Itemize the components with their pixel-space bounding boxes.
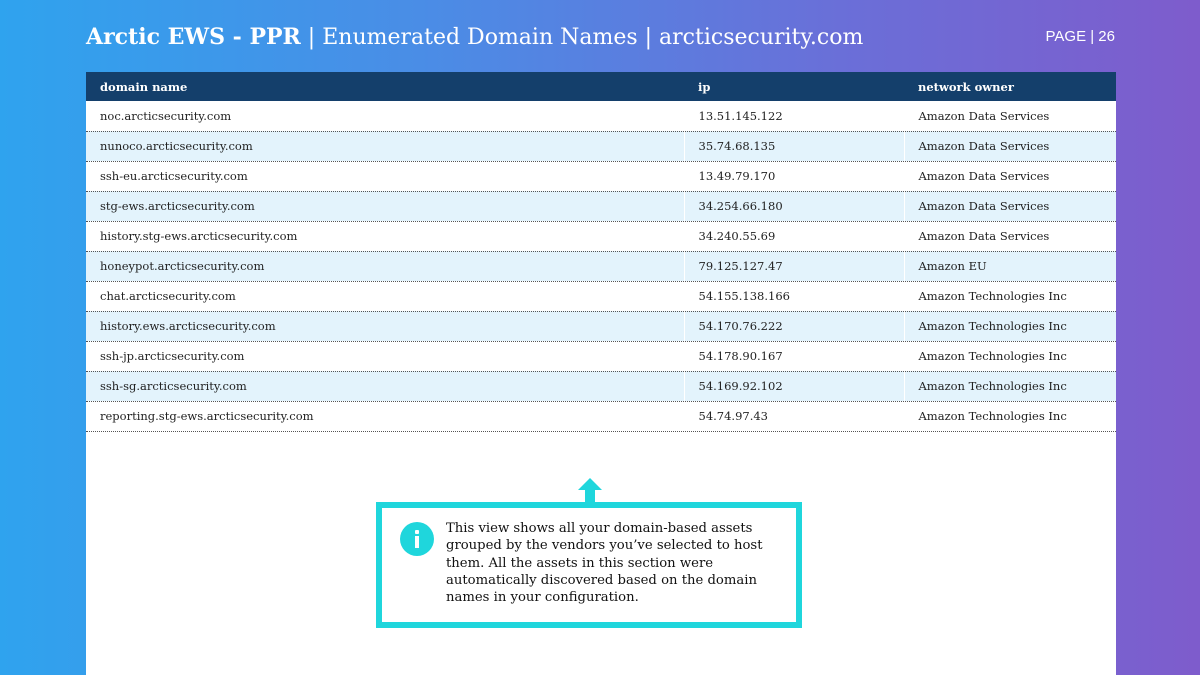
cell-ip: 13.51.145.122 — [683, 101, 904, 132]
cell-ip: 13.49.79.170 — [683, 161, 904, 192]
cell-domain: noc.arcticsecurity.com — [86, 101, 684, 132]
cell-owner: Amazon Technologies Inc — [903, 281, 1116, 312]
domain-table: domain name ip network owner noc.arctics… — [86, 72, 1116, 432]
cell-ip: 35.74.68.135 — [683, 131, 904, 162]
table-row: ssh-jp.arcticsecurity.com 54.178.90.167 Am… — [86, 341, 1116, 372]
cell-domain: chat.arcticsecurity.com — [86, 281, 684, 312]
cell-domain: history.ews.arcticsecurity.com — [86, 311, 684, 342]
table-row: history.stg-ews.arcticsecurity.com 34.240… — [86, 221, 1116, 252]
cell-ip: 54.74.97.43 — [683, 401, 904, 432]
table-row: reporting.stg-ews.arcticsecurity.com 54.7… — [86, 401, 1116, 432]
table-body: noc.arcticsecurity.com 13.51.145.122 Amazo… — [86, 101, 1116, 432]
cell-domain: ssh-jp.arcticsecurity.com — [86, 341, 684, 372]
table-row: ssh-eu.arcticsecurity.com 13.49.79.170 Ama… — [86, 161, 1116, 192]
column-header-ip: ip — [698, 79, 711, 94]
cell-owner: Amazon Data Services — [903, 221, 1116, 252]
table-header-row: domain name ip network owner — [86, 72, 1116, 101]
cell-domain: ssh-sg.arcticsecurity.com — [86, 371, 684, 402]
cell-ip: 34.240.55.69 — [683, 221, 904, 252]
up-arrow-icon — [578, 478, 602, 502]
cell-ip: 54.178.90.167 — [683, 341, 904, 372]
cell-owner: Amazon Data Services — [903, 191, 1116, 222]
column-header-owner: network owner — [918, 79, 1014, 94]
cell-ip: 54.169.92.102 — [683, 371, 904, 402]
table-row: honeypot.arcticsecurity.com 79.125.127.47… — [86, 251, 1116, 282]
page-title: Arctic EWS - PPR | Enumerated Domain Nam… — [86, 22, 863, 53]
cell-owner: Amazon Technologies Inc — [903, 341, 1116, 372]
cell-ip: 79.125.127.47 — [683, 251, 904, 282]
cell-owner: Amazon Technologies Inc — [903, 311, 1116, 342]
cell-owner: Amazon Data Services — [903, 101, 1116, 132]
cell-ip: 34.254.66.180 — [683, 191, 904, 222]
cell-domain: history.stg-ews.arcticsecurity.com — [86, 221, 684, 252]
cell-owner: Amazon Data Services — [903, 131, 1116, 162]
cell-domain: stg-ews.arcticsecurity.com — [86, 191, 684, 222]
table-row: chat.arcticsecurity.com 54.155.138.166 Ama… — [86, 281, 1116, 312]
page-header: Arctic EWS - PPR | Enumerated Domain Nam… — [86, 22, 1115, 54]
cell-owner: Amazon Technologies Inc — [903, 371, 1116, 402]
table-row: history.ews.arcticsecurity.com 54.170.76.… — [86, 311, 1116, 342]
cell-domain: reporting.stg-ews.arcticsecurity.com — [86, 401, 684, 432]
cell-domain: nunoco.arcticsecurity.com — [86, 131, 684, 162]
cell-owner: Amazon EU — [903, 251, 1116, 282]
table-row: ssh-sg.arcticsecurity.com 54.169.92.102 Am… — [86, 371, 1116, 402]
table-row: stg-ews.arcticsecurity.com 34.254.66.180 A… — [86, 191, 1116, 222]
table-row: nunoco.arcticsecurity.com 35.74.68.135 Ama… — [86, 131, 1116, 162]
cell-owner: Amazon Data Services — [903, 161, 1116, 192]
content-panel: domain name ip network owner noc.arctics… — [86, 72, 1116, 675]
page-title-bold: Arctic EWS - PPR — [86, 24, 301, 50]
info-icon — [400, 522, 434, 556]
info-callout: This view shows all your domain-based as… — [376, 502, 802, 628]
cell-ip: 54.155.138.166 — [683, 281, 904, 312]
cell-domain: ssh-eu.arcticsecurity.com — [86, 161, 684, 192]
table-row: noc.arcticsecurity.com 13.51.145.122 Amazo… — [86, 101, 1116, 132]
column-header-domain: domain name — [100, 79, 188, 94]
cell-ip: 54.170.76.222 — [683, 311, 904, 342]
page-number: PAGE | 26 — [1045, 28, 1116, 45]
info-callout-text: This view shows all your domain-based as… — [446, 521, 763, 606]
page-title-rest: | Enumerated Domain Names | arcticsecuri… — [300, 25, 864, 50]
cell-domain: honeypot.arcticsecurity.com — [86, 251, 684, 282]
cell-owner: Amazon Technologies Inc — [903, 401, 1116, 432]
